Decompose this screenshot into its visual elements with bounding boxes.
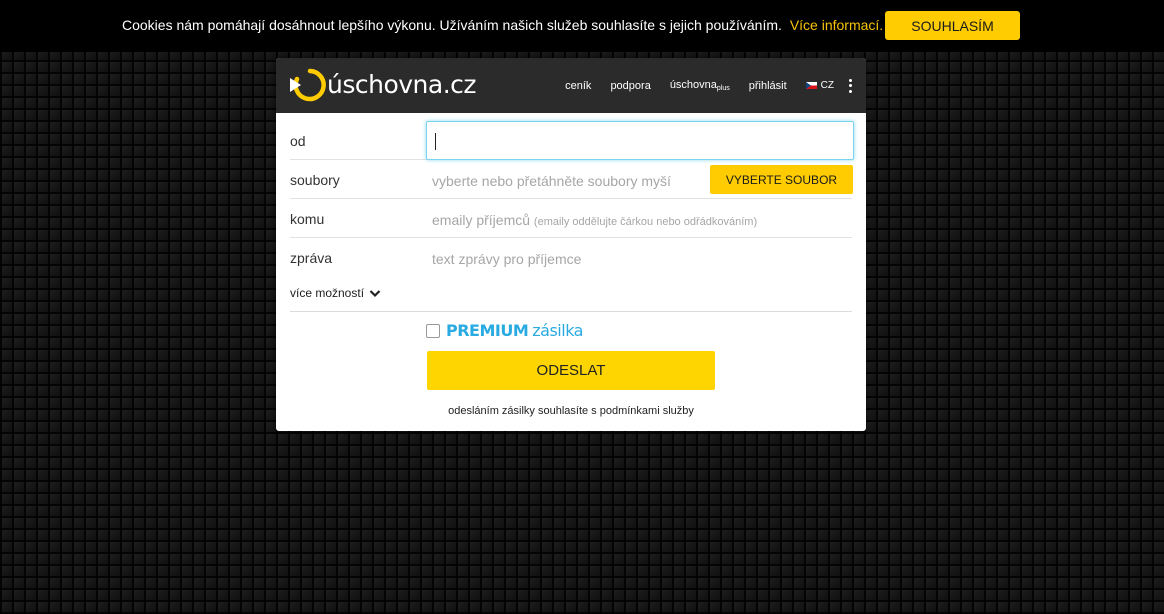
premium-label: PREMIUM — [446, 321, 529, 340]
to-label: komu — [290, 211, 325, 227]
select-files-button[interactable]: VYBERTE SOUBOR — [710, 165, 853, 194]
message-input[interactable]: text zprávy pro příjemce — [432, 251, 581, 267]
cookie-text: Cookies nám pomáhají dosáhnout lepšího v… — [122, 17, 782, 33]
upload-card: úschovna.cz ceník podpora úschovnaplus p… — [276, 58, 866, 431]
to-input[interactable]: emaily příjemců (emaily oddělujte čárkou… — [432, 212, 757, 228]
language-switch[interactable]: CZ — [805, 80, 834, 91]
language-label: CZ — [820, 80, 834, 91]
nav-uschovna-plus[interactable]: úschovnaplus — [670, 79, 730, 92]
divider — [290, 311, 852, 312]
files-label: soubory — [290, 172, 340, 188]
from-label: od — [290, 133, 306, 149]
more-options-label: více možností — [290, 286, 365, 300]
cookie-bar: Cookies nám pomáhají dosáhnout lepšího v… — [0, 0, 1164, 52]
more-options-toggle[interactable]: více možností — [290, 286, 381, 300]
message-row: zpráva text zprávy pro příjemce — [290, 238, 852, 277]
main-nav: ceník podpora úschovnaplus přihlásit CZ — [546, 58, 852, 113]
to-placeholder: emaily příjemců — [432, 212, 531, 228]
from-row: od — [290, 121, 854, 160]
logo[interactable]: úschovna.cz — [288, 68, 477, 102]
premium-suffix: zásilka — [532, 321, 583, 340]
premium-checkbox[interactable] — [426, 323, 440, 338]
files-row: soubory vyberte nebo přetáhněte soubory … — [290, 160, 853, 199]
from-input[interactable] — [426, 121, 854, 160]
card-header: úschovna.cz ceník podpora úschovnaplus p… — [276, 58, 866, 113]
cookie-more-info-link[interactable]: Více informací. — [790, 17, 883, 33]
cookie-accept-button[interactable]: SOUHLASÍM — [885, 11, 1020, 40]
premium-option[interactable]: PREMIUM zásilka — [426, 321, 583, 340]
nav-plus-sub: plus — [716, 85, 730, 92]
to-row: komu emaily příjemců (emaily oddělujte č… — [290, 199, 852, 238]
files-dropzone[interactable]: vyberte nebo přetáhněte soubory myší — [432, 173, 671, 189]
logo-text: úschovna.cz — [327, 70, 477, 99]
logo-play-icon — [290, 68, 326, 102]
czech-flag-icon — [805, 82, 817, 89]
nav-pricing[interactable]: ceník — [565, 80, 591, 92]
send-button[interactable]: ODESLAT — [427, 351, 715, 390]
terms-notice: odesláním zásilky souhlasíte s podmínkam… — [448, 405, 694, 417]
chevron-down-icon — [369, 289, 381, 297]
nav-support[interactable]: podpora — [610, 80, 650, 92]
cookie-message: Cookies nám pomáhají dosáhnout lepšího v… — [122, 17, 883, 33]
more-menu-icon[interactable] — [848, 78, 852, 93]
nav-login[interactable]: přihlásit — [749, 80, 787, 92]
message-label: zpráva — [290, 250, 333, 266]
to-hint: (emaily oddělujte čárkou nebo odřádkován… — [533, 216, 758, 228]
text-caret — [435, 133, 436, 150]
nav-plus-main: úschovna — [669, 79, 717, 91]
